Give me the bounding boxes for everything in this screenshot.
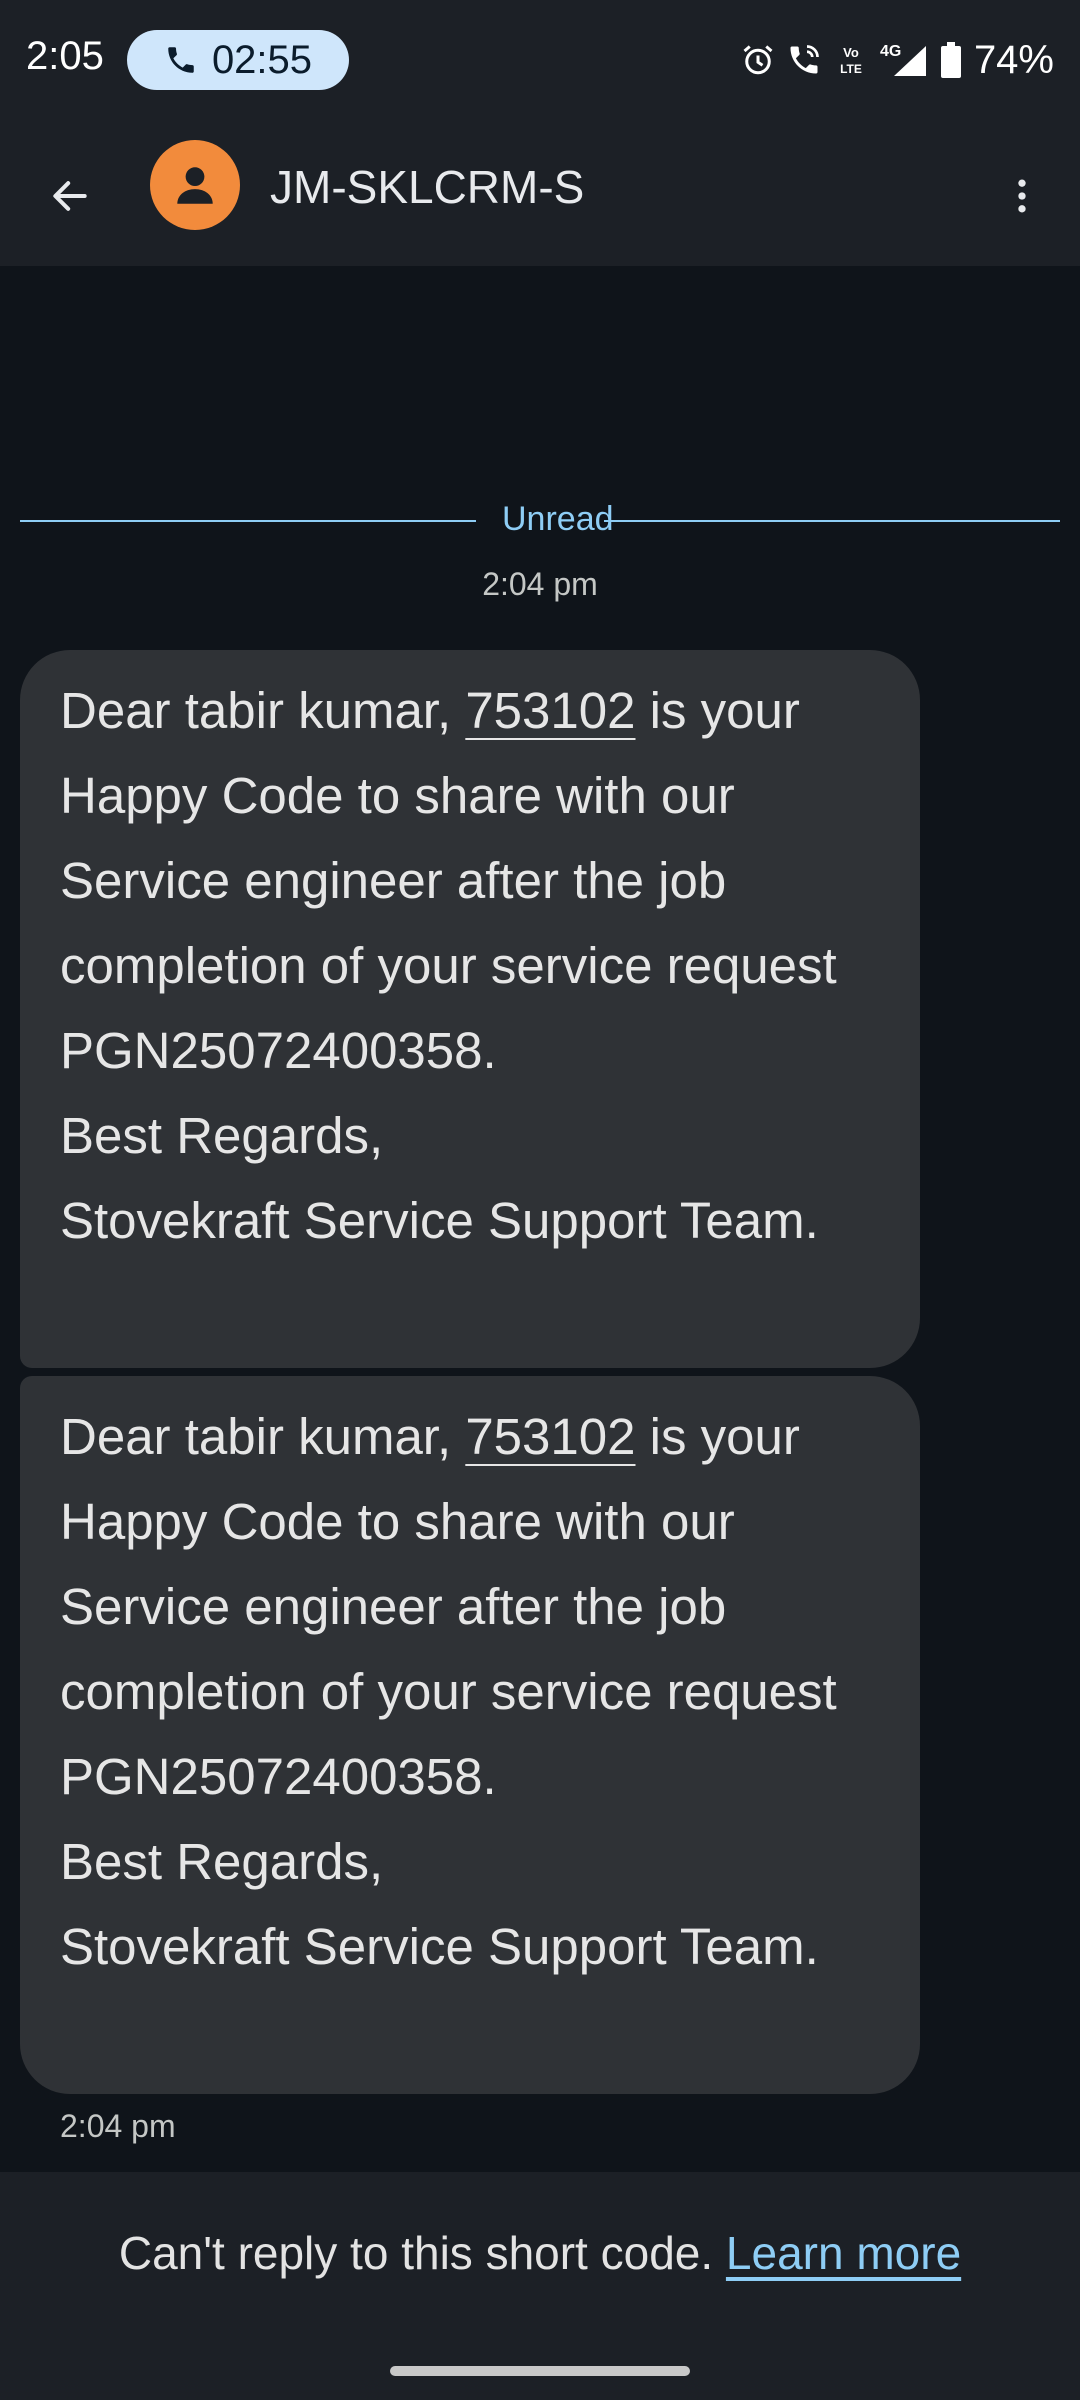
message-bubble[interactable]: Dear tabir kumar, 753102 is your Happy C… <box>20 650 920 1368</box>
volte-icon: Vo LTE <box>840 45 862 76</box>
arrow-back-icon <box>53 181 87 211</box>
reply-disabled-footer: Can't reply to this short code. Learn mo… <box>0 2172 1080 2400</box>
wifi-call-icon <box>790 45 819 74</box>
unread-divider: Unread <box>20 500 1060 540</box>
unread-label: Unread <box>502 500 614 538</box>
person-icon <box>177 167 213 204</box>
back-button[interactable] <box>30 156 110 236</box>
otp-code-link[interactable]: 753102 <box>465 1408 635 1465</box>
status-time: 2:05 <box>26 34 104 78</box>
status-bar: 2:05 02:55 Vo LTE 4G 74% <box>0 0 1080 120</box>
phone-icon <box>168 47 194 73</box>
network-type: 4G <box>880 43 901 60</box>
message-timestamp: 2:04 pm <box>482 566 598 602</box>
contact-name[interactable]: JM-SKLCRM-S <box>270 160 584 214</box>
gesture-nav-bar[interactable] <box>390 2366 690 2376</box>
svg-text:Vo: Vo <box>843 45 859 60</box>
learn-more-link[interactable]: Learn more <box>726 2227 961 2279</box>
contact-avatar[interactable] <box>150 140 240 230</box>
ongoing-call-chip[interactable]: 02:55 <box>127 30 349 90</box>
call-timer: 02:55 <box>211 37 313 82</box>
conversation-header: JM-SKLCRM-S <box>0 120 1080 266</box>
divider-line-left <box>20 520 476 522</box>
divider-line-right <box>604 520 1060 522</box>
battery-percent: 74% <box>973 37 1054 82</box>
message-text: is your Happy Code to share with our Ser… <box>60 682 837 1249</box>
otp-code-link[interactable]: 753102 <box>465 682 635 739</box>
message-bubble[interactable]: Dear tabir kumar, 753102 is your Happy C… <box>20 1376 920 2094</box>
message-text: is your Happy Code to share with our Ser… <box>60 1408 837 1975</box>
signal-icon: 4G <box>880 43 926 76</box>
more-vert-icon <box>1018 179 1026 213</box>
svg-text:LTE: LTE <box>840 62 862 76</box>
battery-icon <box>940 42 961 78</box>
short-code-notice: Can't reply to this short code. <box>118 2227 714 2279</box>
more-options-button[interactable] <box>982 156 1062 236</box>
status-icons: Vo LTE 4G 74% <box>740 30 1054 90</box>
alarm-icon <box>743 45 773 75</box>
message-timestamp: 2:04 pm <box>60 2108 176 2144</box>
message-text: Dear tabir kumar, <box>60 1408 466 1465</box>
footer-notice: Can't reply to this short code. Learn mo… <box>0 2226 1080 2280</box>
message-text: Dear tabir kumar, <box>60 682 466 739</box>
